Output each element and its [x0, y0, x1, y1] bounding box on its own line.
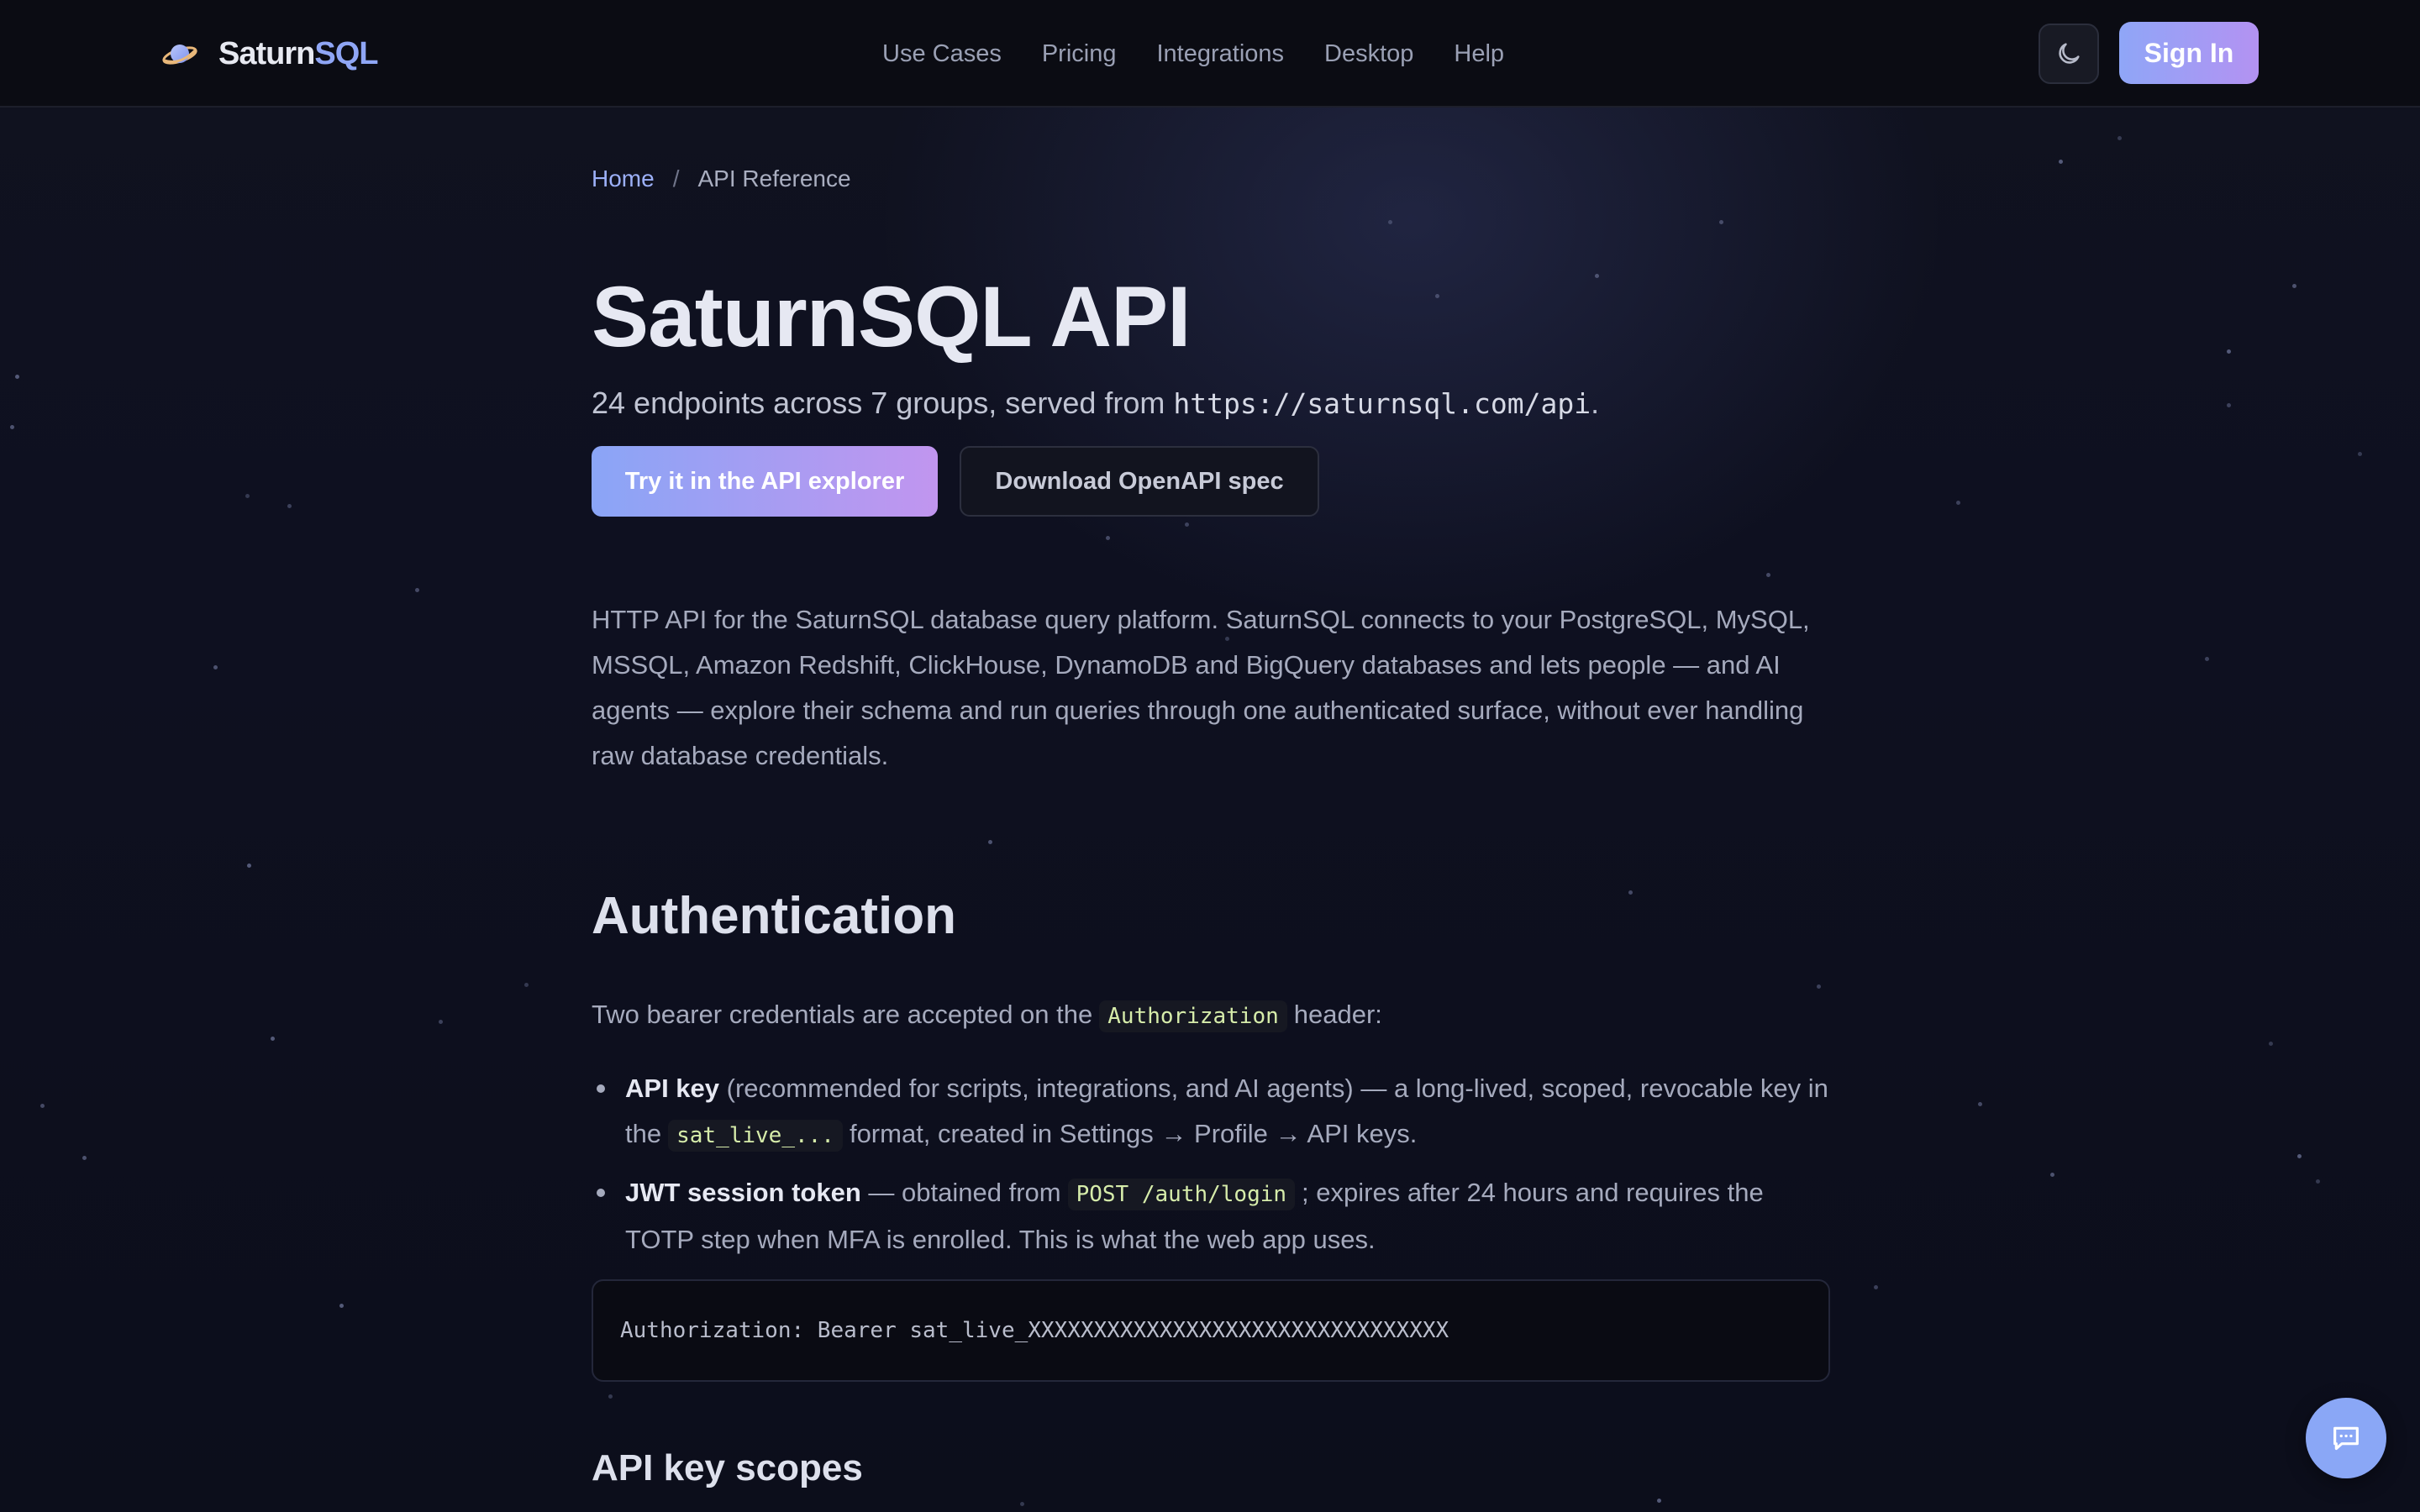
main-nav: Use Cases Pricing Integrations Desktop H…	[882, 34, 1544, 74]
star-dot	[1874, 1285, 1878, 1289]
star-dot	[2292, 284, 2296, 288]
nav-desktop[interactable]: Desktop	[1324, 40, 1413, 68]
api-key-scopes-heading: API key scopes	[592, 1447, 863, 1488]
star-dot	[10, 425, 14, 429]
list-item-jwt-token: JWT session token — obtained from POST /a…	[592, 1170, 1830, 1263]
api-key-format-code: sat_live_...	[668, 1120, 843, 1152]
star-dot	[287, 504, 292, 508]
star-dot	[2358, 452, 2362, 456]
chat-support-button[interactable]	[2306, 1398, 2386, 1478]
download-openapi-button[interactable]: Download OpenAPI spec	[960, 446, 1319, 517]
api-base-url: https://saturnsql.com/api	[1173, 387, 1591, 420]
star-dot	[2227, 403, 2231, 407]
site-header: SaturnSQL Use Cases Pricing Integrations…	[0, 0, 2420, 108]
nav-integrations[interactable]: Integrations	[1156, 40, 1284, 68]
star-dot	[247, 864, 251, 868]
star-dot	[15, 375, 19, 379]
cta-row: Try it in the API explorer Download Open…	[592, 446, 1830, 517]
chat-bubble-icon	[2333, 1426, 2359, 1451]
star-dot	[40, 1104, 45, 1108]
authentication-heading: Authentication	[592, 887, 956, 945]
brand-logo-link[interactable]: SaturnSQL	[161, 30, 378, 77]
star-dot	[524, 983, 529, 987]
star-dot	[2227, 349, 2231, 354]
intro-paragraph: HTTP API for the SaturnSQL database quer…	[592, 605, 1810, 770]
star-dot	[2059, 160, 2063, 164]
breadcrumb: Home / API Reference	[592, 160, 1830, 198]
star-dot	[82, 1156, 87, 1160]
star-dot	[339, 1304, 344, 1308]
main-content: Home / API Reference SaturnSQL API 24 en…	[592, 160, 1830, 1489]
breadcrumb-separator: /	[672, 165, 680, 192]
theme-toggle-button[interactable]	[2039, 24, 2099, 84]
authorization-header-code: Authorization	[1099, 1000, 1287, 1032]
moon-icon	[2059, 43, 2080, 64]
star-dot	[2050, 1173, 2054, 1177]
star-dot	[271, 1037, 275, 1041]
star-dot	[2297, 1154, 2302, 1158]
star-dot	[2269, 1042, 2273, 1046]
brand-name: SaturnSQL	[218, 35, 378, 71]
star-dot	[415, 588, 419, 592]
login-endpoint-code: POST /auth/login	[1067, 1179, 1296, 1210]
list-item-api-key: API key (recommended for scripts, integr…	[592, 1066, 1830, 1158]
star-dot	[1956, 501, 1960, 505]
star-dot	[1020, 1502, 1024, 1506]
api-explorer-button[interactable]: Try it in the API explorer	[592, 446, 938, 517]
page-subtitle: 24 endpoints across 7 groups, served fro…	[592, 386, 1600, 420]
star-dot	[2205, 657, 2209, 661]
star-dot	[2316, 1179, 2320, 1184]
authorization-code-block[interactable]: Authorization: Bearer sat_live_XXXXXXXXX…	[592, 1279, 1830, 1382]
credential-list: API key (recommended for scripts, integr…	[592, 1066, 1830, 1263]
star-dot	[213, 665, 218, 669]
star-dot	[245, 494, 250, 498]
page-title: SaturnSQL API	[592, 269, 1191, 365]
star-dot	[2118, 136, 2122, 140]
breadcrumb-current: API Reference	[697, 165, 851, 192]
star-dot	[439, 1020, 443, 1024]
nav-help[interactable]: Help	[1454, 40, 1504, 68]
sign-in-button[interactable]: Sign In	[2119, 22, 2259, 84]
page: SaturnSQL Use Cases Pricing Integrations…	[0, 0, 2420, 1512]
nav-use-cases[interactable]: Use Cases	[882, 40, 1002, 68]
star-dot	[1978, 1102, 1982, 1106]
saturn-logo-icon	[162, 45, 197, 65]
authentication-intro: Two bearer credentials are accepted on t…	[592, 992, 1830, 1039]
breadcrumb-home-link[interactable]: Home	[592, 165, 655, 192]
nav-pricing[interactable]: Pricing	[1042, 40, 1117, 68]
star-dot	[1657, 1499, 1661, 1503]
